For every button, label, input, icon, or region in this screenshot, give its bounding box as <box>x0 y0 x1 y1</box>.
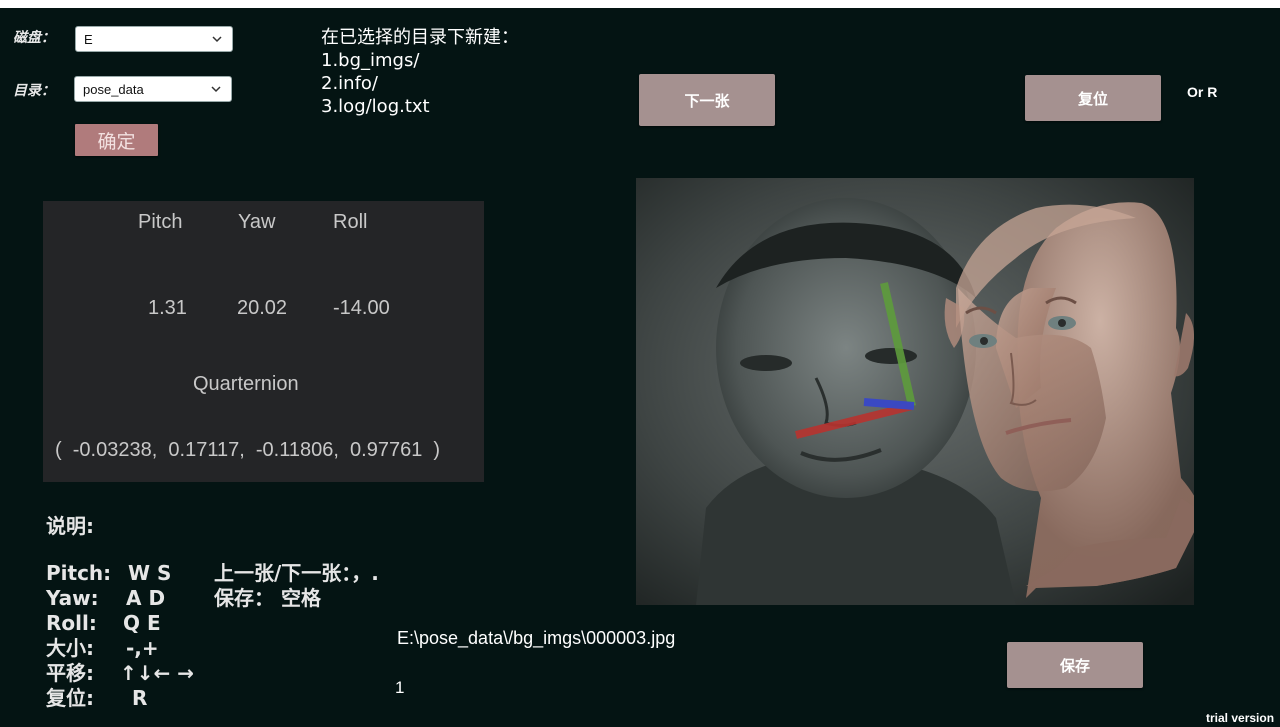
help-extra-line: 保存： 空格 <box>214 586 321 610</box>
reset-button[interactable]: 复位 <box>1025 75 1161 121</box>
help-keys: Pitch: W S Yaw: A D Roll: Q E 大小: -,+ 平移: ↑↓←… <box>46 561 194 711</box>
quaternion-value: ( -0.03238, 0.17117, -0.11806, 0.97761 ) <box>55 439 441 461</box>
file-path: E:\pose_data\/bg_imgs\000003.jpg <box>397 628 676 648</box>
trial-version-label: trial version <box>1206 711 1275 725</box>
pose-panel: Pitch Yaw Roll 1.31 20.02 -14.00 Quarter… <box>43 201 484 482</box>
pitch-header: Pitch <box>138 211 183 233</box>
yaw-header: Yaw <box>238 211 276 233</box>
directory-label: 目录： <box>13 83 55 99</box>
help-row: Yaw: A D <box>46 586 166 610</box>
image-counter: 1 <box>395 678 405 697</box>
quaternion-label: Quarternion <box>193 373 299 395</box>
create-info: 在已选择的目录下新建： 1.bg_imgs/ 2.info/ 3.log/log… <box>321 26 519 118</box>
save-button[interactable]: 保存 <box>1007 642 1143 688</box>
create-info-line: 1.bg_imgs/ <box>321 50 420 71</box>
create-info-line: 2.info/ <box>321 73 378 94</box>
help-row: Pitch: W S <box>46 561 172 585</box>
help-extra: 上一张/下一张：，. 保存： 空格 <box>214 561 379 611</box>
disk-select-value: E <box>84 31 93 47</box>
create-info-line: 3.log/log.txt <box>321 96 430 117</box>
roll-value: -14.00 <box>333 297 390 319</box>
directory-select[interactable]: pose_data <box>74 76 232 102</box>
pitch-value: 1.31 <box>148 297 187 319</box>
confirm-button[interactable]: 确定 <box>75 124 158 156</box>
help-extra-line: 上一张/下一张：，. <box>214 561 379 585</box>
disk-select[interactable]: E <box>75 26 233 52</box>
help-row: 复位: R <box>46 686 148 710</box>
axis-z-blue <box>863 398 915 410</box>
pose-viewport[interactable] <box>636 178 1194 605</box>
help-row: 平移: ↑↓← → <box>46 661 194 685</box>
help-title: 说明: <box>46 514 94 538</box>
help-row: 大小: -,+ <box>46 636 159 660</box>
next-image-button[interactable]: 下一张 <box>639 74 775 126</box>
chevron-down-icon <box>211 86 221 93</box>
viewport-scene <box>636 178 1194 605</box>
roll-header: Roll <box>333 211 368 233</box>
chevron-down-icon <box>212 36 222 43</box>
yaw-value: 20.02 <box>237 297 288 319</box>
or-r-hint: Or R <box>1187 84 1218 100</box>
create-info-heading: 在已选择的目录下新建： <box>321 27 519 48</box>
disk-label: 磁盘： <box>13 30 55 46</box>
help-row: Roll: Q E <box>46 611 161 635</box>
directory-select-value: pose_data <box>83 81 144 97</box>
window-top-strip <box>0 0 1280 8</box>
